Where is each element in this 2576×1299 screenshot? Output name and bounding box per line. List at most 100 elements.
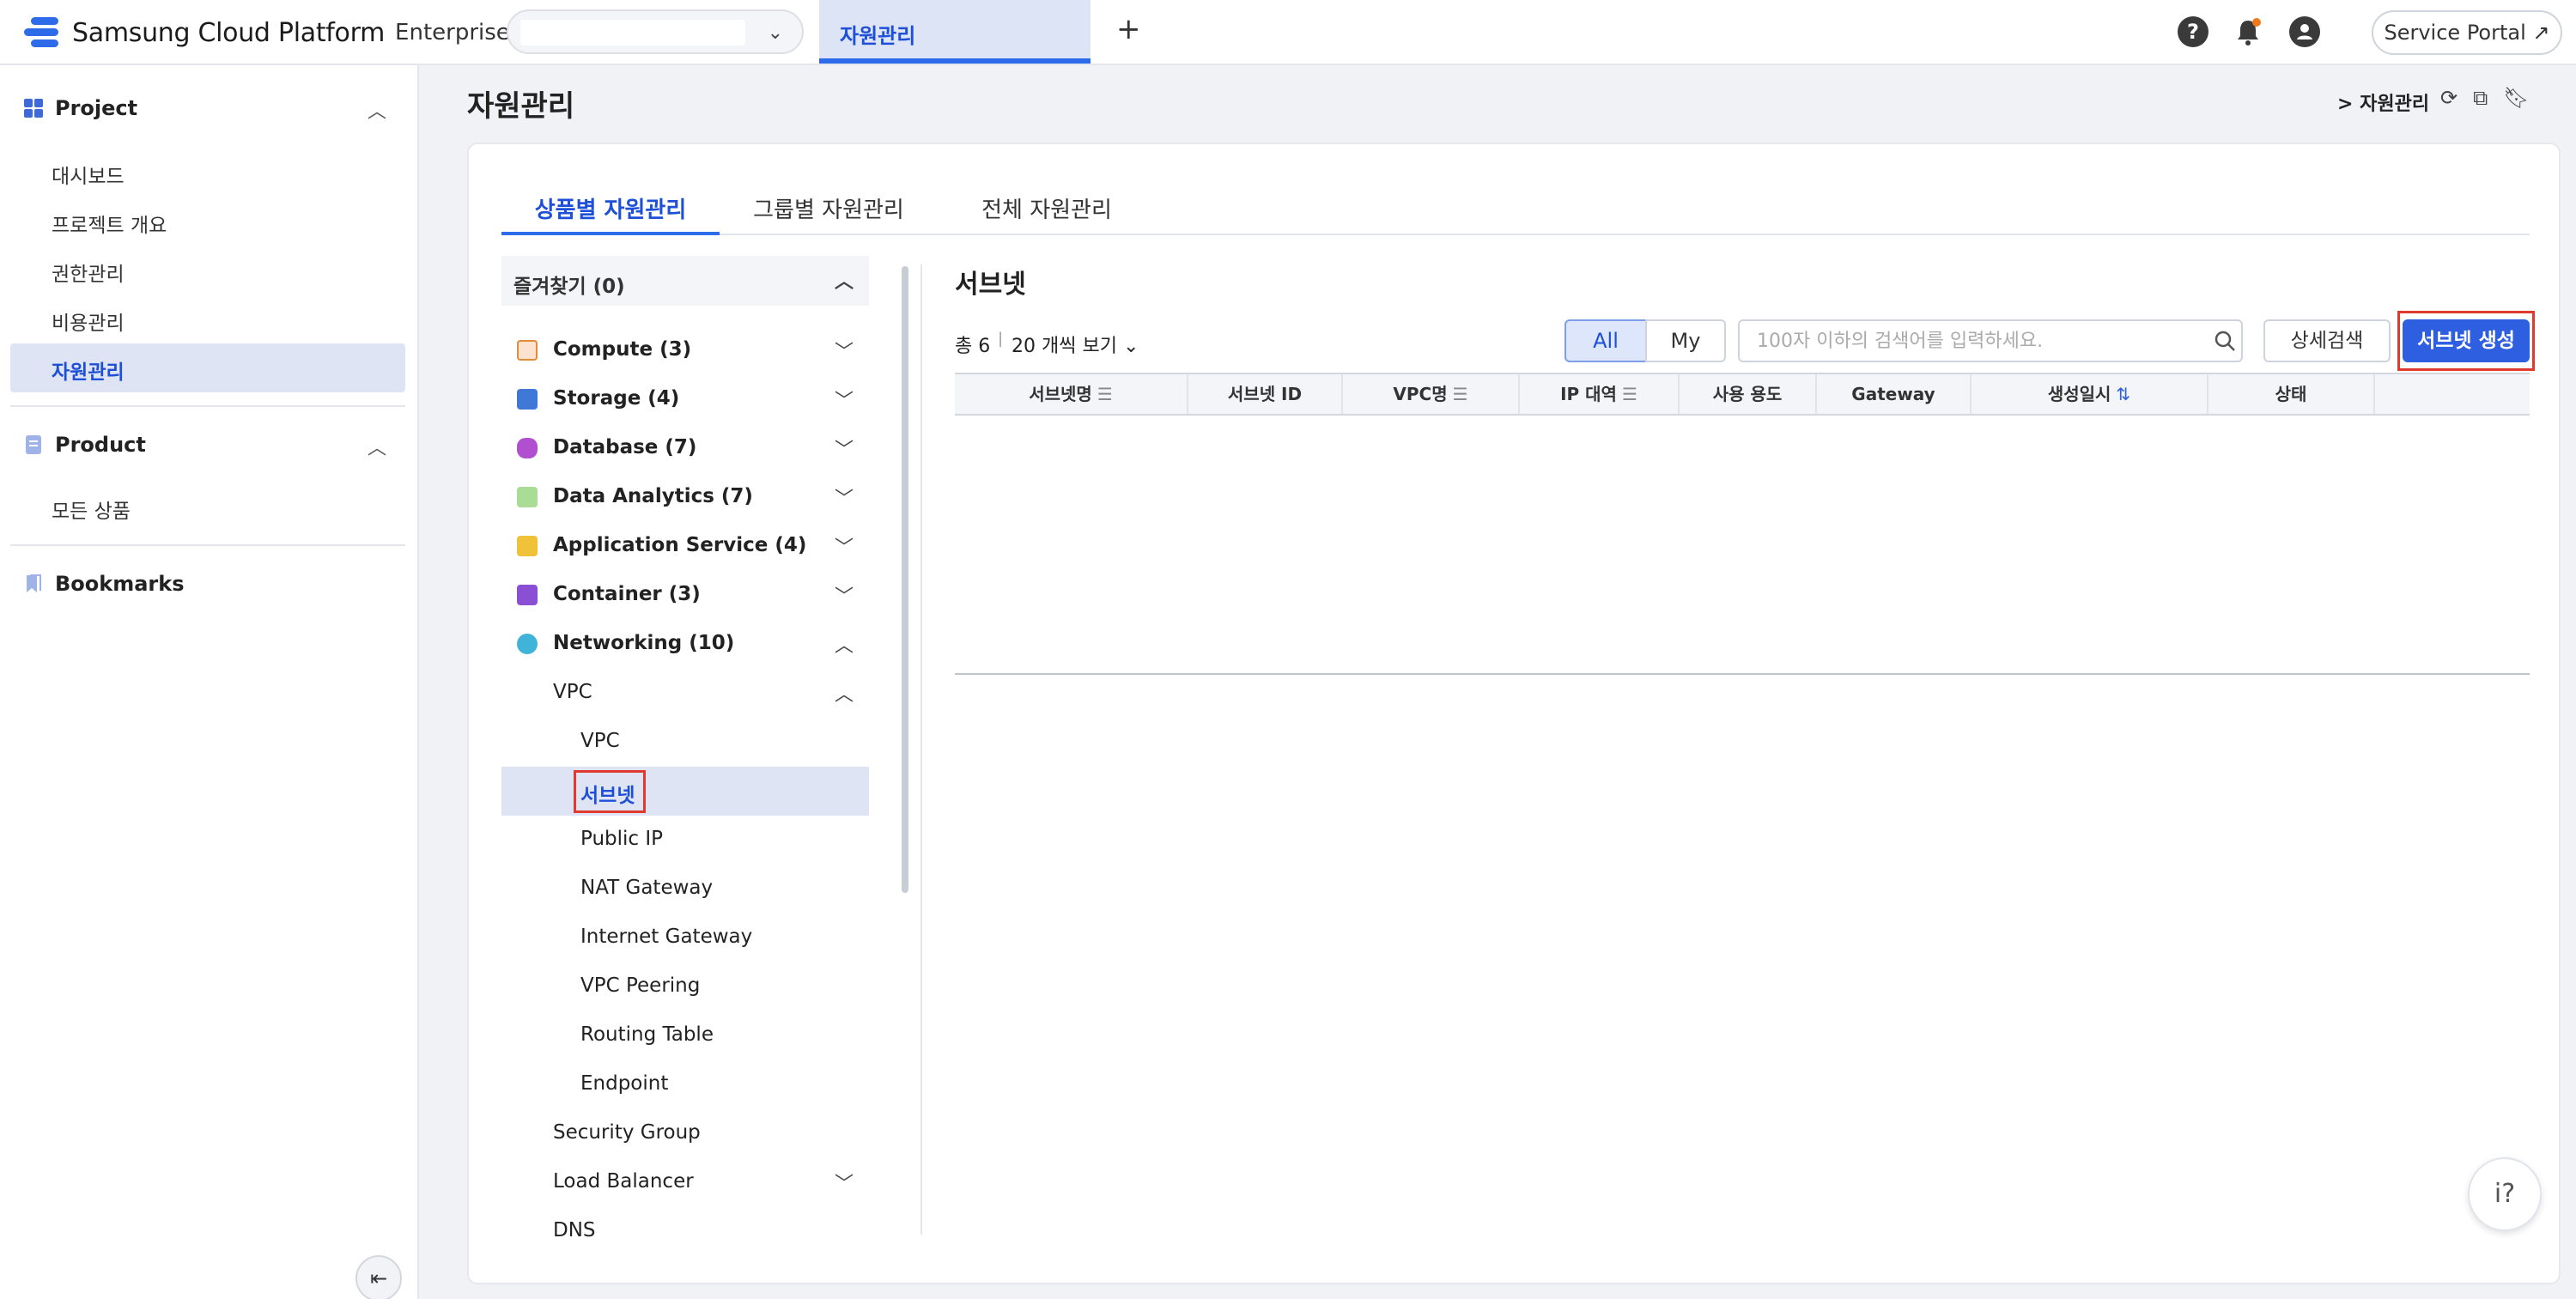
- samsung-cloud-logo-icon: [24, 15, 62, 50]
- info-help-icon[interactable]: i?: [2468, 1157, 2542, 1231]
- count-separator: |: [998, 330, 1004, 348]
- column-gateway[interactable]: Gateway: [1817, 374, 1971, 414]
- column-label: IP 대역: [1560, 384, 1617, 404]
- tree-label: Internet Gateway: [580, 926, 753, 948]
- breadcrumb[interactable]: > 자원관리: [2337, 88, 2429, 116]
- column-usage[interactable]: 사용 용도: [1680, 374, 1817, 414]
- tree-item-nat-gateway[interactable]: NAT Gateway: [501, 865, 869, 914]
- tree-category-database[interactable]: Database (7) ﹀: [501, 424, 869, 473]
- grid-icon: [24, 99, 43, 118]
- user-avatar-icon[interactable]: [2289, 16, 2320, 47]
- column-status[interactable]: 상태: [2208, 374, 2375, 414]
- bookmark-page-icon[interactable]: 🔖︎: [2503, 86, 2529, 110]
- column-ip-range[interactable]: IP 대역 ☰: [1520, 374, 1680, 414]
- tree-item-routing-table[interactable]: Routing Table: [501, 1011, 869, 1060]
- panel-divider: [920, 264, 922, 1235]
- sidebar-item-project-overview[interactable]: 프로젝트 개요: [52, 209, 167, 238]
- chevron-down-icon: ﹀: [835, 586, 854, 608]
- table-header: 서브넷명 ☰ 서브넷 ID VPC명 ☰ IP 대역 ☰ 사용 용도 Gateway …: [955, 373, 2530, 416]
- sidebar-section-label: Bookmarks: [55, 572, 185, 596]
- column-subnet-id[interactable]: 서브넷 ID: [1188, 374, 1343, 414]
- filter-all-button[interactable]: All: [1564, 319, 1647, 362]
- create-subnet-button[interactable]: 서브넷 생성: [2403, 319, 2530, 362]
- sidebar-item-billing[interactable]: 비용관리: [52, 307, 125, 336]
- tree-label: Storage (4): [553, 387, 680, 410]
- copy-window-icon[interactable]: ⧉: [2473, 86, 2488, 110]
- sidebar-section-bookmarks[interactable]: Bookmarks: [24, 572, 185, 596]
- sidebar: Project ︿ 대시보드 프로젝트 개요 권한관리 비용관리 자원관리 Pr…: [0, 65, 419, 1299]
- sidebar-item-resources[interactable]: 자원관리: [52, 355, 125, 385]
- tab-resource-management[interactable]: 자원관리: [819, 0, 1091, 64]
- tree-scrollbar[interactable]: [902, 266, 908, 893]
- logo[interactable]: Samsung Cloud Platform Enterprise: [24, 15, 510, 50]
- tree-category-application-service[interactable]: Application Service (4) ﹀: [501, 522, 869, 571]
- search-icon[interactable]: [2214, 330, 2236, 352]
- tree-label: Endpoint: [580, 1072, 669, 1095]
- tree-label: Database (7): [553, 436, 697, 458]
- chevron-up-icon: ︿: [835, 684, 854, 706]
- service-portal-button[interactable]: Service Portal ↗: [2372, 10, 2562, 55]
- sidebar-section-product[interactable]: Product: [24, 433, 146, 457]
- tree-category-networking[interactable]: Networking (10) ︿: [501, 620, 869, 669]
- tree-category-storage[interactable]: Storage (4) ﹀: [501, 375, 869, 424]
- chevron-up-icon[interactable]: ︿: [368, 433, 386, 460]
- column-label: 사용 용도: [1712, 384, 1783, 404]
- chevron-down-icon: ﹀: [835, 342, 854, 363]
- compute-icon: [517, 340, 538, 361]
- tree-label: Container (3): [553, 583, 701, 605]
- tree-category-container[interactable]: Container (3) ﹀: [501, 571, 869, 620]
- column-label: 상태: [2275, 384, 2307, 404]
- per-page-select[interactable]: 20 개씩 보기 ⌄: [1012, 331, 1139, 358]
- column-vpc-name[interactable]: VPC명 ☰: [1343, 374, 1520, 414]
- favorites-header[interactable]: 즐겨찾기 (0) ︿: [501, 256, 869, 306]
- sidebar-item-all-products[interactable]: 모든 상품: [52, 495, 131, 524]
- page-title: 자원관리: [467, 89, 575, 124]
- column-subnet-name[interactable]: 서브넷명 ☰: [955, 374, 1188, 414]
- help-icon[interactable]: ?: [2178, 16, 2208, 47]
- tab-all-resources[interactable]: 전체 자원관리: [938, 189, 1156, 235]
- chevron-up-icon[interactable]: ︿: [368, 96, 386, 124]
- sort-icon[interactable]: ☰: [1453, 384, 1468, 404]
- tab-by-group[interactable]: 그룹별 자원관리: [720, 189, 938, 235]
- tree-group-load-balancer[interactable]: Load Balancer ﹀: [501, 1158, 869, 1207]
- tree-item-internet-gateway[interactable]: Internet Gateway: [501, 914, 869, 962]
- column-created-at[interactable]: 생성일시 ⇅: [1971, 374, 2208, 414]
- tree-label: Data Analytics (7): [553, 485, 753, 507]
- search-input[interactable]: [1738, 319, 2243, 362]
- tree-item-vpc-peering[interactable]: VPC Peering: [501, 962, 869, 1011]
- collapse-sidebar-icon[interactable]: ⇤: [355, 1255, 402, 1299]
- product-tree: 즐겨찾기 (0) ︿ Compute (3) ﹀ Storage (4) ﹀ D…: [501, 256, 869, 1243]
- sort-icon[interactable]: ☰: [1622, 384, 1637, 404]
- tree-group-vpc[interactable]: VPC ︿: [501, 669, 869, 718]
- tree-item-public-ip[interactable]: Public IP: [501, 816, 869, 865]
- tree-label: NAT Gateway: [580, 877, 714, 899]
- sidebar-item-permissions[interactable]: 권한관리: [52, 258, 125, 287]
- tree-group-dns[interactable]: DNS: [501, 1207, 869, 1243]
- refresh-icon[interactable]: ⟳: [2440, 86, 2458, 110]
- panel-title: 서브넷: [955, 270, 1026, 300]
- tree-group-security-group[interactable]: Security Group: [501, 1109, 869, 1158]
- tree-category-compute[interactable]: Compute (3) ﹀: [501, 326, 869, 375]
- filter-my-button[interactable]: My: [1645, 319, 1726, 362]
- tree-label: Application Service (4): [553, 534, 807, 556]
- tree-item-endpoint[interactable]: Endpoint: [501, 1060, 869, 1109]
- tree-category-data-analytics[interactable]: Data Analytics (7) ﹀: [501, 473, 869, 522]
- notification-bell-icon[interactable]: [2233, 16, 2263, 47]
- detail-search-button[interactable]: 상세검색: [2263, 319, 2391, 362]
- tree-label: Load Balancer: [553, 1170, 694, 1193]
- sidebar-section-label: Project: [55, 96, 138, 120]
- tab-by-product[interactable]: 상품별 자원관리: [501, 189, 720, 235]
- tree-item-subnet[interactable]: 서브넷: [501, 767, 869, 816]
- sidebar-item-dashboard[interactable]: 대시보드: [52, 160, 125, 189]
- add-tab-icon[interactable]: +: [1116, 12, 1141, 46]
- tree-item-vpc[interactable]: VPC: [501, 718, 869, 767]
- per-page-label: 20 개씩 보기: [1012, 336, 1117, 357]
- sort-desc-icon[interactable]: ⇅: [2116, 384, 2130, 404]
- chevron-down-icon: ﹀: [835, 537, 854, 559]
- sort-icon[interactable]: ☰: [1097, 384, 1113, 404]
- project-selector-value: [520, 20, 745, 46]
- chevron-down-icon: ﹀: [835, 1174, 854, 1195]
- project-selector[interactable]: ⌄: [507, 9, 804, 54]
- sidebar-section-project[interactable]: Project: [24, 96, 137, 120]
- tab-label: 자원관리: [840, 24, 916, 48]
